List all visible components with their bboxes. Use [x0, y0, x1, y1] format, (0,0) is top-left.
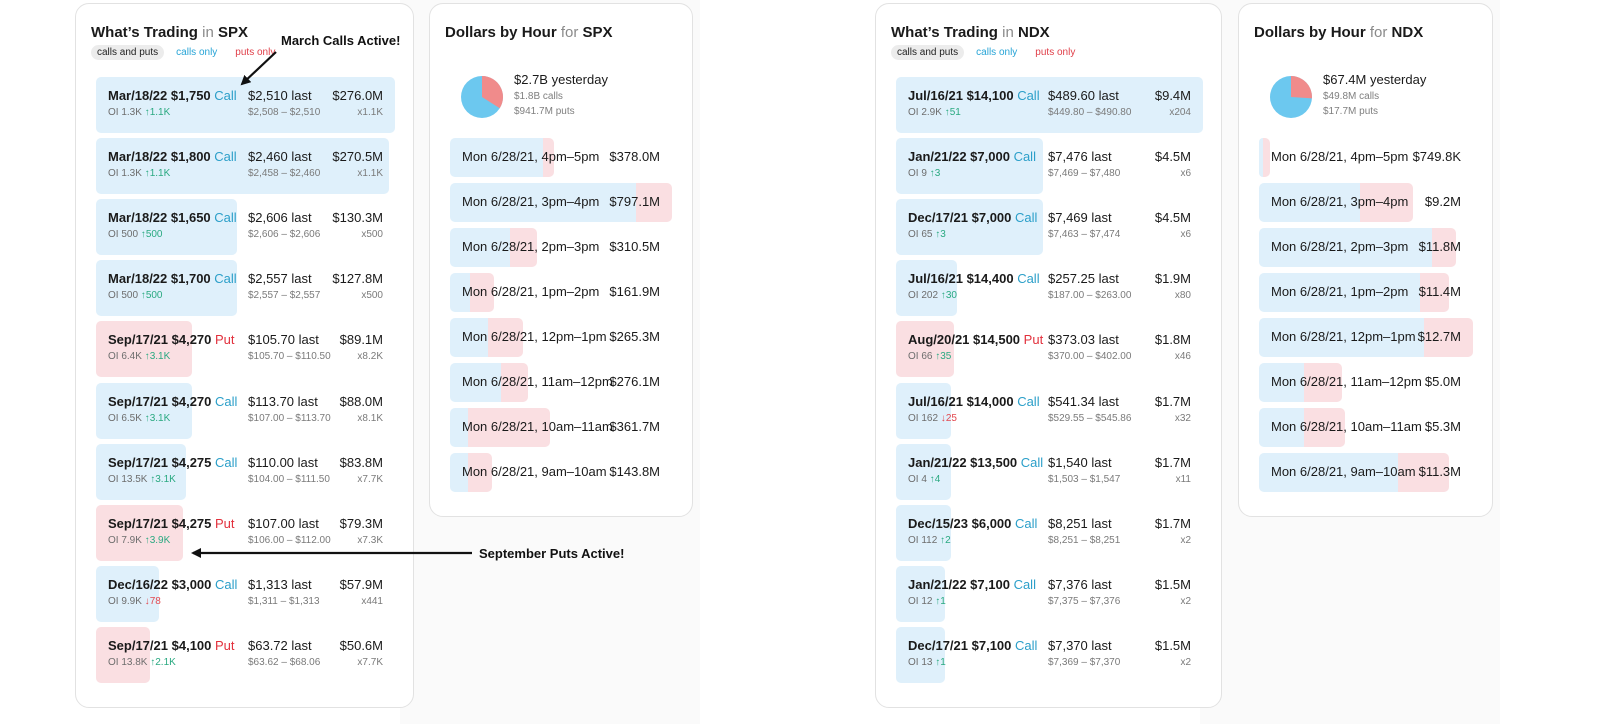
march-arrow	[240, 51, 277, 86]
annotation-arrows	[191, 51, 472, 558]
